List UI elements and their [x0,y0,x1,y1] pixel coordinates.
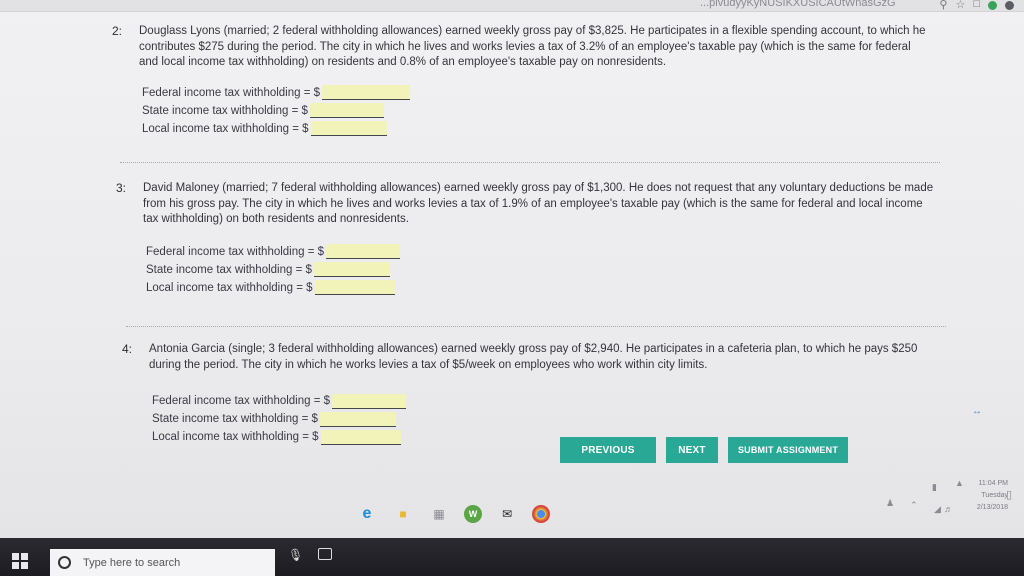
question-text: David Maloney (married; 7 federal withho… [143,182,934,225]
question-2: 2: Douglass Lyons (married; 2 federal wi… [112,24,932,138]
divider [120,162,940,163]
answer-label: State income tax withholding = $ [142,104,308,117]
edge-icon[interactable]: e [356,505,378,523]
answer-label: Federal income tax withholding = $ [146,245,325,258]
volume-icon[interactable]: ♬ [944,504,953,514]
search-placeholder: Type here to search [83,556,181,569]
navigation-buttons: PREVIOUS NEXT SUBMIT ASSIGNMENT [560,437,848,463]
system-tray: ▮ ▲ ♟ ⌃ ◢ ♬ 11:04 PM Tuesday 2/13/2018 ▯ [860,474,1024,514]
url-fragment[interactable]: ...pivudyyKyNUSIKXUSICAUtWnasGzG [700,0,896,9]
extension-icon[interactable]: □ [973,0,980,11]
word-online-icon[interactable]: W [464,505,482,523]
local-tax-input[interactable] [320,429,401,445]
answer-row-federal: Federal income tax withholding = $ [152,392,942,410]
answer-row-state: State income tax withholding = $ [142,102,932,120]
answer-label: Federal income tax withholding = $ [142,86,321,99]
state-tax-input[interactable] [319,411,396,427]
taskbar-search[interactable]: Type here to search [50,549,275,576]
mail-icon[interactable]: ✉ [496,505,518,523]
chrome-icon[interactable] [532,505,550,523]
wifi-icon[interactable]: ◢ [934,504,941,515]
chevron-up-icon[interactable]: ⌃ [910,500,918,511]
browser-top-bar: ...pivudyyKyNUSIKXUSICAUtWnasGzG ⚲ ☆ □ [0,0,1024,12]
windows-start-icon[interactable] [12,553,28,569]
clock-day: Tuesday [981,492,1008,499]
question-text: Douglass Lyons (married; 2 federal withh… [139,25,926,68]
taskbar: Type here to search 🎙 [0,538,1024,576]
federal-tax-input[interactable] [326,244,401,259]
answer-row-federal: Federal income tax withholding = $ [142,84,932,102]
arrow-right-icon[interactable]: ↔ [972,406,982,417]
answer-row-state: State income tax withholding = $ [146,261,936,279]
state-tax-input[interactable] [313,262,390,277]
file-explorer-icon[interactable]: ■ [392,505,414,523]
submit-assignment-button[interactable]: SUBMIT ASSIGNMENT [728,437,848,463]
battery-icon[interactable]: ▮ [932,482,937,493]
people-icon[interactable]: ♟ [886,498,894,509]
answer-label: Local income tax withholding = $ [152,431,319,443]
browser-icons: ⚲ ☆ □ [939,0,1014,11]
task-view-icon[interactable] [318,548,332,560]
clock-time: 11:04 PM [978,480,1008,487]
notification-icon[interactable]: ▯ [1006,488,1012,501]
search-icon[interactable]: ⚲ [939,0,947,11]
clock-date: 2/13/2018 [976,504,1008,511]
tray-clock[interactable]: 11:04 PM Tuesday 2/13/2018 [977,478,1008,514]
answer-row-federal: Federal income tax withholding = $ [146,243,936,261]
microphone-icon[interactable]: 🎙 [288,548,303,562]
answer-row-state: State income tax withholding = $ [152,410,942,428]
answer-group: Federal income tax withholding = $ State… [146,243,936,297]
answer-label: Local income tax withholding = $ [146,281,313,294]
answer-group: Federal income tax withholding = $ State… [142,84,932,138]
extension-icon-2[interactable] [988,1,997,10]
extension-icon-3[interactable] [1005,1,1014,10]
answer-row-local: Local income tax withholding = $ [142,120,932,138]
store-icon[interactable]: ▦ [428,505,450,523]
screen: ...pivudyyKyNUSIKXUSICAUtWnasGzG ⚲ ☆ □ 2… [0,0,1024,576]
question-number: 4: [122,342,133,356]
pinned-apps: e ■ ▦ W ✉ [356,505,550,523]
cortana-circle-icon [58,556,71,569]
question-3: 3: David Maloney (married; 7 federal wit… [116,181,936,297]
star-icon[interactable]: ☆ [955,0,965,11]
federal-tax-input[interactable] [332,393,407,409]
question-number: 2: [112,24,123,38]
federal-tax-input[interactable] [322,85,411,100]
up-arrow-icon[interactable]: ▲ [955,478,964,488]
question-text: Antonia Garcia (single; 3 federal withho… [149,343,918,371]
answer-label: State income tax withholding = $ [146,263,312,276]
local-tax-input[interactable] [310,121,387,136]
answer-label: Federal income tax withholding = $ [152,395,331,407]
answer-label: Local income tax withholding = $ [142,122,309,135]
question-4: 4: Antonia Garcia (single; 3 federal wit… [122,342,942,446]
answer-row-local: Local income tax withholding = $ [146,279,936,297]
question-number: 3: [116,181,127,195]
state-tax-input[interactable] [309,103,384,118]
next-button[interactable]: NEXT [666,437,718,463]
local-tax-input[interactable] [314,280,395,295]
previous-button[interactable]: PREVIOUS [560,437,656,463]
answer-label: State income tax withholding = $ [152,413,318,425]
divider [126,326,946,327]
